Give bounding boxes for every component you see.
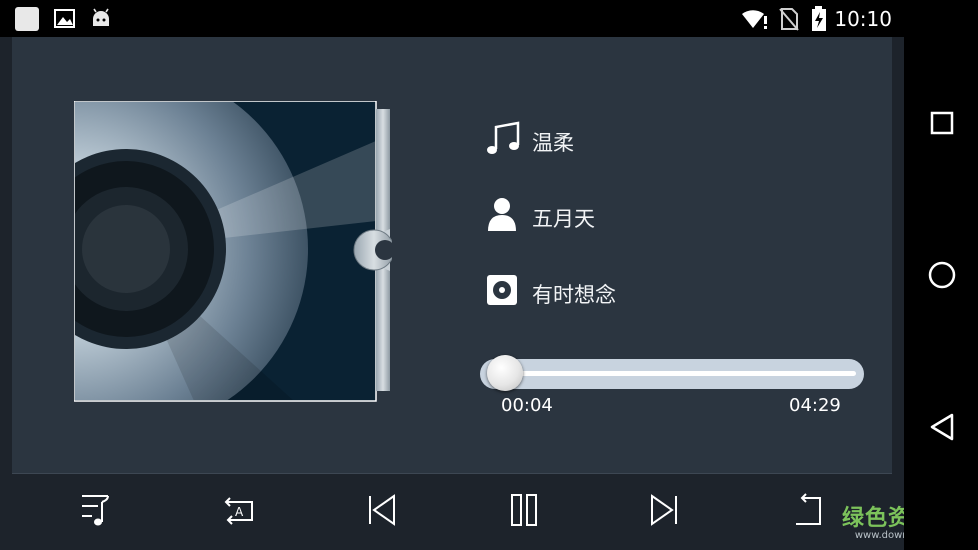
back-button[interactable]	[788, 490, 828, 530]
artist-person-icon	[486, 195, 522, 235]
status-time: 10:10	[834, 7, 892, 31]
back-nav-icon	[930, 413, 954, 441]
music-note-icon	[486, 119, 522, 159]
back-icon	[796, 493, 821, 525]
status-bar: 10:10	[0, 0, 978, 37]
pause-icon	[511, 494, 537, 526]
artist-name: 五月天	[532, 207, 595, 231]
home-icon	[928, 261, 956, 289]
battery-charging-icon	[810, 5, 828, 37]
divider	[12, 473, 892, 474]
previous-icon	[369, 494, 395, 526]
repeat-mode-button[interactable]: A	[220, 490, 260, 530]
album-art	[73, 100, 395, 403]
seek-progress-line	[488, 371, 856, 376]
android-icon	[90, 6, 112, 36]
playlist-icon	[82, 495, 109, 526]
seek-thumb[interactable]	[487, 355, 524, 391]
nav-back-button[interactable]	[924, 409, 960, 445]
song-title: 温柔	[532, 131, 574, 155]
recents-icon	[930, 111, 954, 135]
playlist-button[interactable]	[78, 490, 118, 530]
next-button[interactable]	[646, 490, 686, 530]
recents-button[interactable]	[924, 105, 960, 141]
player-panel: 温柔 五月天 有时想念 00:04 04:29	[12, 37, 892, 473]
next-icon	[651, 494, 677, 526]
wifi-icon	[740, 6, 770, 36]
no-sim-icon	[778, 6, 800, 36]
gallery-icon	[54, 6, 76, 36]
system-nav-bar	[904, 37, 978, 550]
album-name: 有时想念	[532, 283, 616, 307]
app-square-icon	[14, 6, 40, 36]
repeat-all-icon: A	[224, 497, 253, 525]
previous-button[interactable]	[362, 490, 402, 530]
album-disc-icon	[486, 271, 522, 311]
pause-button[interactable]	[504, 490, 544, 530]
home-button[interactable]	[924, 257, 960, 293]
seek-bar[interactable]	[480, 355, 864, 391]
current-time: 00:04	[501, 395, 553, 416]
total-time: 04:29	[789, 395, 841, 416]
svg-text:A: A	[235, 505, 244, 519]
